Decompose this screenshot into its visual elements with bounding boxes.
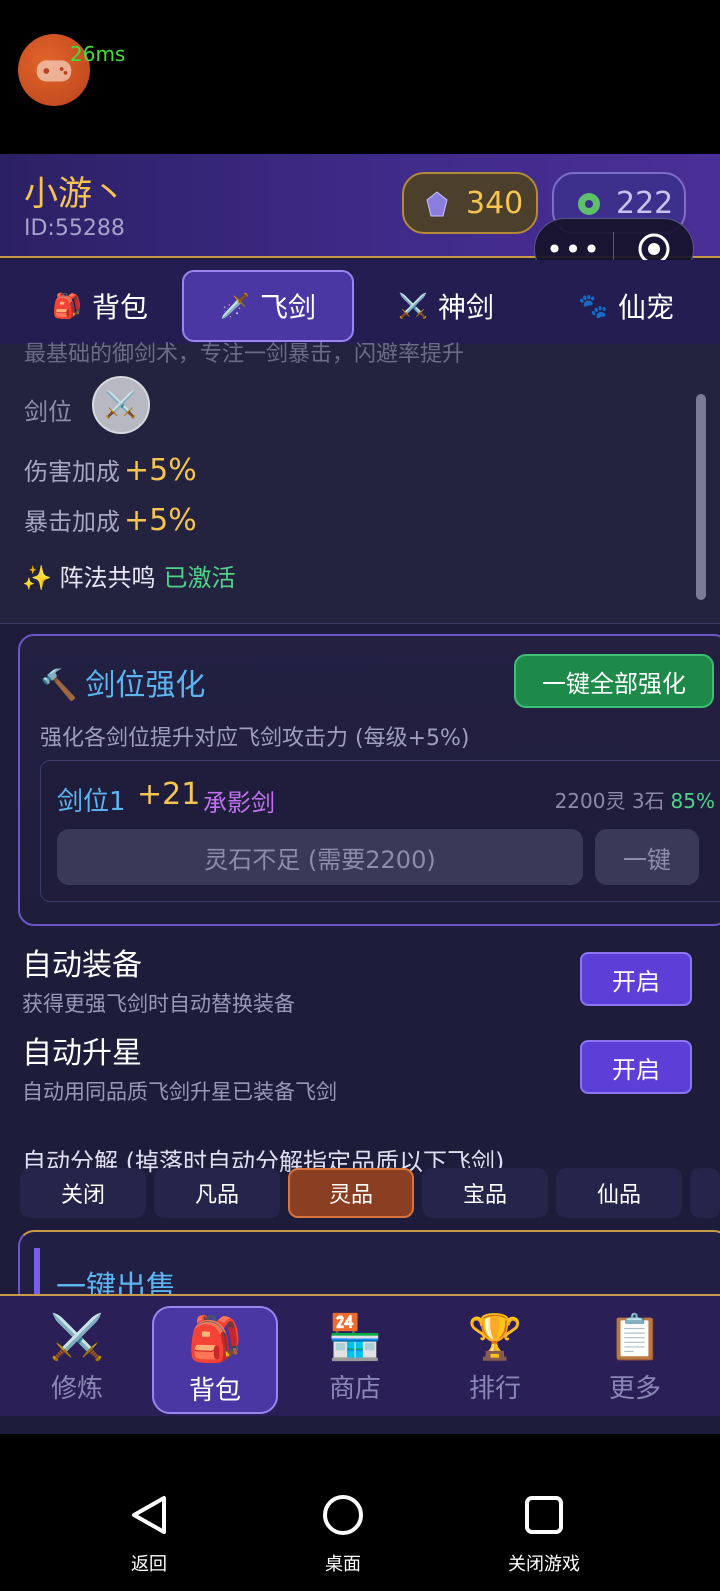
quality-chip-common[interactable]: 凡品 (154, 1168, 280, 1218)
player-header: 小游丶 ID:55288 340 222 ••• (0, 154, 720, 280)
crossed-swords-icon: ⚔️ (398, 292, 428, 320)
nav-label: 排行 (468, 1374, 521, 1404)
home-circle-icon (323, 1495, 363, 1535)
quality-chip-more[interactable] (690, 1168, 720, 1218)
back-triangle-icon (132, 1496, 166, 1534)
crit-bonus-row: 暴击加成 +5% (24, 502, 197, 538)
crossed-swords-icon: ⚔️ (49, 1312, 105, 1363)
resonance-label: 阵法共鸣 (59, 564, 156, 592)
nav-label: 商店 (328, 1374, 381, 1404)
nav-backpack[interactable]: 🎒 背包 (152, 1306, 278, 1414)
success-rate: 85% (670, 789, 715, 813)
tab-pet[interactable]: 🐾 仙宠 (540, 270, 712, 342)
tab-divine-sword[interactable]: ⚔️ 神剑 (360, 270, 532, 342)
trophy-icon: 🏆 (467, 1312, 523, 1363)
home-label: 桌面 (325, 1554, 361, 1575)
jade-icon (576, 190, 600, 216)
crit-value: +5% (124, 503, 197, 538)
back-label: 返回 (131, 1554, 167, 1575)
close-game-button[interactable]: 关闭游戏 (508, 1490, 580, 1576)
damage-bonus-row: 伤害加成 +5% (24, 452, 197, 488)
quality-chip-off[interactable]: 关闭 (20, 1168, 146, 1218)
slot-enhance-panel: 🔨 剑位强化 一键全部强化 强化各剑位提升对应飞剑攻击力 (每级+5%) 剑位1 … (18, 634, 720, 926)
nav-ranking[interactable]: 🏆 排行 (432, 1306, 558, 1414)
slot-cost: 2200灵 3石 85% (555, 785, 715, 814)
enhance-all-button[interactable]: 一键全部强化 (514, 654, 714, 708)
enhance-description: 强化各剑位提升对应飞剑攻击力 (每级+5%) (40, 726, 470, 751)
auto-equip-toggle[interactable]: 开启 (580, 952, 692, 1006)
scrollbar[interactable] (696, 394, 706, 600)
auto-star-title: 自动升星 (22, 1036, 142, 1071)
slot-name: 剑位1 (57, 787, 126, 817)
enhance-title-text: 剑位强化 (85, 668, 206, 703)
sword-slot-icon[interactable]: ⚔️ (92, 376, 150, 434)
shop-icon: 🏪 (327, 1312, 383, 1363)
auto-star-desc: 自动用同品质飞剑升星已装备飞剑 (22, 1080, 337, 1104)
damage-value: +5% (124, 453, 197, 488)
sword-description: 最基础的御剑术，专注一剑暴击，闪避率提升 (24, 342, 465, 367)
latency-text: 26ms (70, 42, 126, 66)
tab-label: 背包 (91, 291, 148, 324)
insufficient-stone-button[interactable]: 灵石不足 (需要2200) (57, 829, 583, 885)
backpack-icon: 🎒 (52, 292, 82, 320)
nav-cultivate[interactable]: ⚔️ 修炼 (14, 1306, 140, 1414)
slot-level: +21 (137, 777, 201, 812)
damage-label: 伤害加成 (24, 458, 120, 486)
nav-label: 背包 (188, 1376, 241, 1406)
nav-shop[interactable]: 🏪 商店 (292, 1306, 418, 1414)
close-game-label: 关闭游戏 (508, 1554, 580, 1575)
resonance-status: 已激活 (163, 564, 236, 592)
tab-backpack[interactable]: 🎒 背包 (20, 270, 180, 342)
user-id: ID:55288 (24, 216, 125, 241)
hammer-icon: 🔨 (40, 668, 78, 703)
formation-resonance: ✨ 阵法共鸣 已激活 (22, 558, 236, 593)
game-app: 小游丶 ID:55288 340 222 ••• 🎒 背包 🗡️ 飞剑 ⚔️ 神… (0, 154, 720, 1434)
tab-label: 神剑 (437, 291, 494, 324)
gem-currency[interactable]: 340 (402, 172, 538, 234)
category-tabs: 🎒 背包 🗡️ 飞剑 ⚔️ 神剑 🐾 仙宠 (0, 260, 720, 344)
one-key-button[interactable]: 一键 (595, 829, 699, 885)
username: 小游丶 (24, 174, 126, 214)
slot-sword-name: 承影剑 (203, 789, 275, 817)
slot-card: 剑位1 +21 承影剑 2200灵 3石 85% 灵石不足 (需要2200) 一键 (40, 760, 720, 902)
tab-flying-sword[interactable]: 🗡️ 飞剑 (182, 270, 354, 342)
auto-equip-title: 自动装备 (22, 948, 142, 983)
nav-label: 修炼 (50, 1374, 103, 1404)
quality-chip-spirit[interactable]: 灵品 (288, 1168, 414, 1218)
backpack-icon: 🎒 (187, 1314, 243, 1365)
auto-equip-desc: 获得更强飞剑时自动替换装备 (22, 992, 295, 1016)
enhance-title: 🔨 剑位强化 (40, 660, 205, 704)
back-button[interactable]: 返回 (124, 1490, 174, 1576)
sparkle-icon: ✨ (22, 564, 52, 592)
home-button[interactable]: 桌面 (318, 1490, 368, 1576)
crit-label: 暴击加成 (24, 508, 120, 536)
paw-icon: 🐾 (578, 292, 608, 320)
tab-label: 飞剑 (259, 291, 316, 324)
bottom-nav: ⚔️ 修炼 🎒 背包 🏪 商店 🏆 排行 📋 更多 (0, 1294, 720, 1416)
sword-detail-panel: 最基础的御剑术，专注一剑暴击，闪避率提升 剑位 ⚔️ 伤害加成 +5% 暴击加成 +… (0, 342, 720, 624)
cost-text: 2200灵 3石 (554, 789, 665, 813)
crystal-icon (426, 190, 448, 217)
quality-chip-immortal[interactable]: 仙品 (556, 1168, 682, 1218)
gem-count: 340 (466, 185, 524, 221)
auto-star-toggle[interactable]: 开启 (580, 1040, 692, 1094)
quality-chip-treasure[interactable]: 宝品 (422, 1168, 548, 1218)
nav-more[interactable]: 📋 更多 (572, 1306, 698, 1414)
square-icon (525, 1496, 563, 1534)
system-nav-bar: 返回 桌面 关闭游戏 (0, 1470, 720, 1591)
slot-label: 剑位 (24, 398, 72, 426)
nav-label: 更多 (608, 1374, 661, 1404)
jade-count: 222 (616, 185, 674, 221)
tab-label: 仙宠 (617, 291, 674, 324)
clipboard-icon: 📋 (607, 1312, 663, 1363)
dagger-icon: 🗡️ (220, 292, 250, 320)
